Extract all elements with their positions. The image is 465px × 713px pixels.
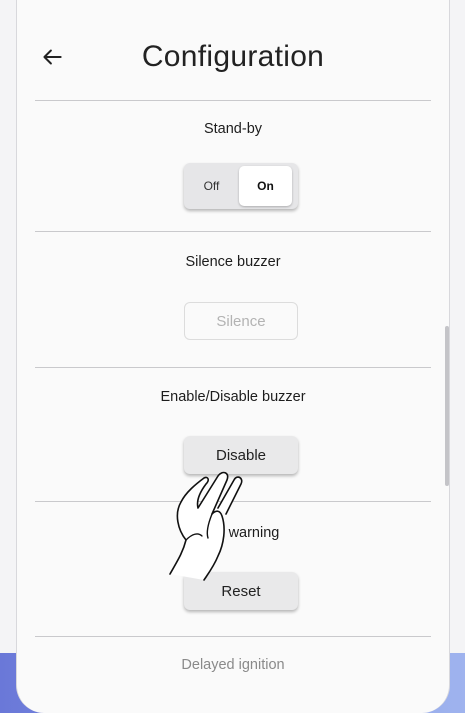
reset-button[interactable]: Reset: [184, 572, 298, 610]
standby-on-option[interactable]: On: [239, 166, 292, 206]
standby-title: Stand-by: [203, 121, 263, 137]
reset-warning-title: Reset warning: [186, 525, 280, 541]
divider: [35, 100, 431, 101]
silence-button: Silence: [184, 302, 298, 340]
page-title: Configuration: [141, 40, 325, 73]
silence-buzzer-title: Silence buzzer: [185, 254, 281, 270]
app-screen: Configuration Stand-by Off On Silence bu…: [16, 0, 450, 713]
header: Configuration: [17, 0, 449, 100]
scrollbar[interactable]: [445, 326, 449, 486]
divider: [35, 367, 431, 368]
divider: [35, 501, 431, 502]
disable-buzzer-button[interactable]: Disable: [184, 436, 298, 474]
divider: [35, 231, 431, 232]
standby-off-option[interactable]: Off: [184, 163, 239, 209]
standby-toggle[interactable]: Off On: [184, 163, 298, 209]
delayed-ignition-title: Delayed ignition: [181, 657, 285, 673]
divider: [35, 636, 431, 637]
enable-disable-buzzer-title: Enable/Disable buzzer: [160, 389, 306, 405]
